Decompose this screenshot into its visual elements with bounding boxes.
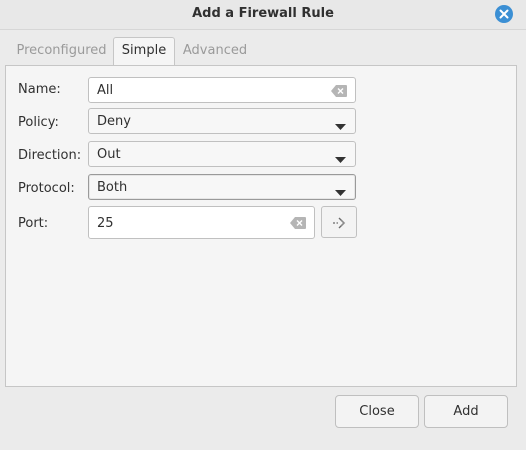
policy-value: Deny — [97, 114, 131, 129]
jump-to-icon[interactable] — [321, 206, 357, 238]
protocol-label: Protocol: — [18, 181, 75, 196]
close-icon[interactable] — [495, 5, 513, 23]
tab-advanced[interactable]: Advanced — [181, 38, 249, 64]
add-button[interactable]: Add — [424, 395, 508, 428]
name-field[interactable]: All — [88, 77, 356, 103]
tab-preconfigured[interactable]: Preconfigured — [10, 38, 113, 64]
chevron-down-icon — [335, 185, 346, 200]
direction-select[interactable]: Out — [88, 141, 356, 167]
policy-select[interactable]: Deny — [88, 108, 356, 134]
clear-icon[interactable] — [290, 217, 306, 233]
protocol-select[interactable]: Both — [88, 174, 356, 200]
chevron-down-icon — [335, 152, 346, 167]
direction-value: Out — [97, 147, 121, 162]
clear-icon[interactable] — [331, 85, 347, 101]
name-value: All — [97, 83, 114, 98]
protocol-value: Both — [97, 180, 128, 195]
direction-label: Direction: — [18, 148, 82, 163]
policy-label: Policy: — [18, 115, 59, 130]
name-label: Name: — [18, 82, 61, 97]
tab-simple[interactable]: Simple — [113, 37, 175, 65]
chevron-down-icon — [335, 119, 346, 134]
simple-tab-panel: Name: All Policy: Deny Direction: Out Pr… — [5, 65, 517, 387]
port-field[interactable]: 25 — [88, 206, 315, 239]
port-value: 25 — [97, 216, 114, 231]
title-bar: Add a Firewall Rule — [0, 0, 526, 30]
port-label: Port: — [18, 216, 49, 231]
close-button[interactable]: Close — [335, 395, 419, 428]
window-title: Add a Firewall Rule — [192, 6, 334, 21]
